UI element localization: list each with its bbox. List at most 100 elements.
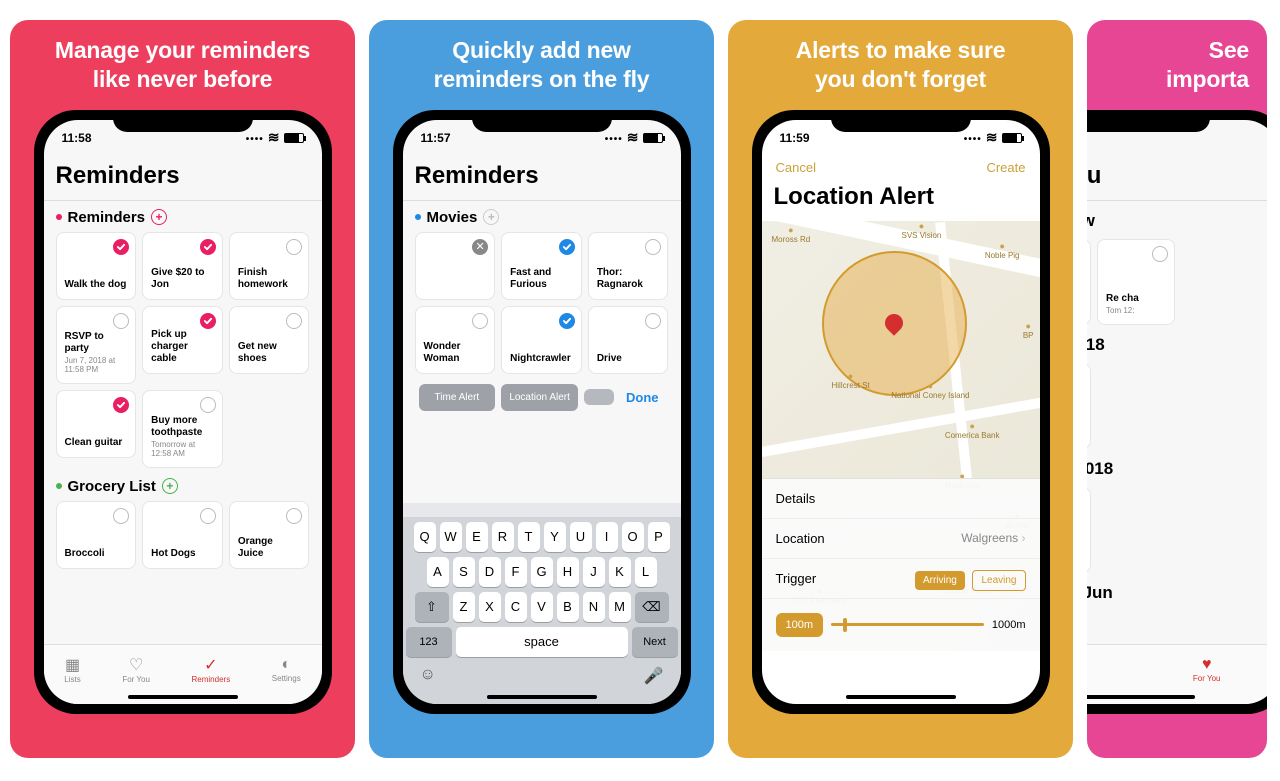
- check-icon[interactable]: [200, 239, 216, 255]
- check-icon[interactable]: [113, 313, 129, 329]
- key-z[interactable]: Z: [453, 592, 475, 622]
- check-icon[interactable]: [559, 313, 575, 329]
- reminder-card[interactable]: Drive: [588, 306, 669, 374]
- key-next[interactable]: Next: [632, 627, 678, 657]
- reminder-card[interactable]: ✕: [415, 232, 496, 300]
- key-r[interactable]: R: [492, 522, 514, 552]
- add-movie-button[interactable]: +: [483, 209, 499, 225]
- check-icon[interactable]: [286, 313, 302, 329]
- radius-slider[interactable]: 100m 1000m: [762, 599, 1040, 651]
- key-123[interactable]: 123: [406, 627, 452, 657]
- reminder-card[interactable]: Clean guitar: [56, 390, 137, 458]
- key-a[interactable]: A: [427, 557, 449, 587]
- check-icon[interactable]: [286, 508, 302, 524]
- key-y[interactable]: Y: [544, 522, 566, 552]
- done-button[interactable]: Done: [620, 390, 665, 405]
- key-d[interactable]: D: [479, 557, 501, 587]
- tab-foryou[interactable]: ♡For You: [122, 655, 150, 684]
- add-reminder-button[interactable]: +: [151, 209, 167, 225]
- check-icon[interactable]: [200, 397, 216, 413]
- reminder-card[interactable]: Give $20 to Jon: [142, 232, 223, 300]
- check-icon[interactable]: [1152, 246, 1168, 262]
- arriving-chip[interactable]: Arriving: [915, 571, 965, 590]
- key-k[interactable]: K: [609, 557, 631, 587]
- reminder-card[interactable]: RSVP to partyJun 7, 2018 at 11:58 PM: [56, 306, 137, 384]
- reminder-card[interactable]: Fast and Furious: [501, 232, 582, 300]
- key-i[interactable]: I: [596, 522, 618, 552]
- cancel-button[interactable]: Cancel: [776, 160, 816, 175]
- list-header-reminders[interactable]: Reminders +: [56, 209, 310, 226]
- key-x[interactable]: X: [479, 592, 501, 622]
- location-alert-button[interactable]: Location Alert: [501, 384, 578, 411]
- emoji-icon[interactable]: ☺: [420, 666, 436, 686]
- key-o[interactable]: O: [622, 522, 644, 552]
- key-l[interactable]: L: [635, 557, 657, 587]
- reminder-card[interactable]: Get new shoes: [229, 306, 310, 374]
- list-header-grocery[interactable]: Grocery List +: [56, 478, 310, 495]
- time-alert-button[interactable]: Time Alert: [419, 384, 496, 411]
- map-view[interactable]: Moross Rd SVS Vision Noble Pig Hillcrest…: [762, 221, 1040, 651]
- tab-settings[interactable]: ◐Settings: [272, 656, 301, 683]
- check-icon[interactable]: [645, 239, 661, 255]
- check-icon[interactable]: [113, 397, 129, 413]
- home-indicator[interactable]: [128, 695, 238, 699]
- key-q[interactable]: Q: [414, 522, 436, 552]
- key-n[interactable]: N: [583, 592, 605, 622]
- key-f[interactable]: F: [505, 557, 527, 587]
- key-backspace[interactable]: ⌫: [635, 592, 669, 622]
- key-space[interactable]: space: [456, 627, 628, 657]
- reminder-card[interactable]: Hot Dogs: [142, 501, 223, 569]
- key-m[interactable]: M: [609, 592, 631, 622]
- home-indicator[interactable]: [1087, 695, 1195, 699]
- check-icon[interactable]: [113, 239, 129, 255]
- reminder-card[interactable]: Wonder Woman: [415, 306, 496, 374]
- tab-lists[interactable]: ▦Lists: [64, 655, 80, 684]
- key-t[interactable]: T: [518, 522, 540, 552]
- add-grocery-button[interactable]: +: [162, 478, 178, 494]
- suggestion-bar[interactable]: [403, 503, 681, 517]
- key-e[interactable]: E: [466, 522, 488, 552]
- slider-track[interactable]: [831, 623, 984, 626]
- key-shift[interactable]: ⇧: [415, 592, 449, 622]
- reminder-card[interactable]: Thor: Ragnarok: [588, 232, 669, 300]
- reminder-card[interactable]: Walk the dog: [56, 232, 137, 300]
- key-s[interactable]: S: [453, 557, 475, 587]
- reminder-card[interactable]: Re chaTom 12:: [1097, 239, 1175, 325]
- key-c[interactable]: C: [505, 592, 527, 622]
- location-row[interactable]: Location Walgreens ›: [762, 519, 1040, 559]
- home-indicator[interactable]: [846, 695, 956, 699]
- check-icon[interactable]: ✕: [472, 239, 488, 255]
- key-j[interactable]: J: [583, 557, 605, 587]
- check-icon[interactable]: [472, 313, 488, 329]
- check-icon[interactable]: [200, 508, 216, 524]
- check-icon[interactable]: [286, 239, 302, 255]
- reminder-card[interactable]: Finish homework: [229, 232, 310, 300]
- reminder-card[interactable]: Pick up charger cable: [142, 306, 223, 374]
- list-header-movies[interactable]: Movies +: [415, 209, 669, 226]
- key-w[interactable]: W: [440, 522, 462, 552]
- reminder-card[interactable]: Prepare for presentationJun 6, 2018 at 1…: [1087, 363, 1091, 449]
- key-v[interactable]: V: [531, 592, 553, 622]
- home-indicator[interactable]: [487, 695, 597, 699]
- reminder-card[interactable]: Buy more toothpasteTomorrow at 12:58 AM: [142, 390, 223, 468]
- alert-extra-button[interactable]: [584, 389, 614, 405]
- details-row[interactable]: Details: [762, 479, 1040, 519]
- check-icon[interactable]: [645, 313, 661, 329]
- check-icon[interactable]: [200, 313, 216, 329]
- tab-reminders[interactable]: ✓Reminders: [192, 655, 231, 684]
- reminder-card[interactable]: Do math homeworkTomorrow at 12:28 AM: [1087, 239, 1091, 325]
- reminder-card[interactable]: Broccoli: [56, 501, 137, 569]
- key-g[interactable]: G: [531, 557, 553, 587]
- key-b[interactable]: B: [557, 592, 579, 622]
- check-icon[interactable]: [559, 239, 575, 255]
- mic-icon[interactable]: 🎤: [644, 666, 664, 686]
- reminder-card[interactable]: Orange Juice: [229, 501, 310, 569]
- create-button[interactable]: Create: [986, 160, 1025, 175]
- reminder-card[interactable]: Nightcrawler: [501, 306, 582, 374]
- key-u[interactable]: U: [570, 522, 592, 552]
- leaving-chip[interactable]: Leaving: [972, 570, 1025, 591]
- tab-foryou[interactable]: ♥For You: [1193, 656, 1221, 683]
- check-icon[interactable]: [113, 508, 129, 524]
- key-p[interactable]: P: [648, 522, 670, 552]
- key-h[interactable]: H: [557, 557, 579, 587]
